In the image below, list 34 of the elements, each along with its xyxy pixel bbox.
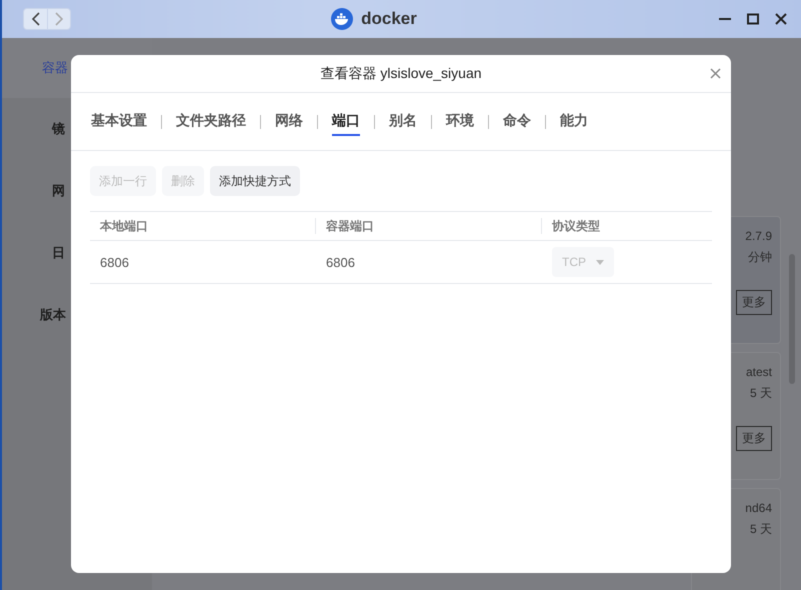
column-header: 协议类型 — [542, 212, 712, 240]
whale-icon — [331, 8, 354, 30]
card-text: nd64 — [745, 501, 772, 515]
card-text: 2.7.9 — [745, 229, 772, 243]
column-header: 本地端口 — [90, 212, 316, 240]
sidebar-item[interactable]: 容器 — [42, 59, 68, 77]
tab[interactable]: 别名 — [389, 108, 417, 136]
table-cell: 6806 — [316, 240, 542, 284]
tab[interactable]: 网络 — [275, 108, 303, 136]
tab[interactable]: 能力 — [560, 108, 588, 136]
maximize-icon — [747, 13, 759, 25]
more-button[interactable]: 更多 — [736, 290, 772, 315]
tab[interactable]: 端口 — [332, 108, 360, 136]
card-text: 5 天 — [750, 385, 772, 402]
column-header: 容器端口 — [316, 212, 542, 240]
card-text: 5 天 — [750, 521, 772, 538]
caret-icon — [596, 260, 604, 264]
tab[interactable]: 命令 — [503, 108, 531, 136]
back-icon — [32, 12, 40, 26]
maximize-button[interactable] — [745, 11, 761, 27]
table-cell: 6806 — [90, 240, 316, 284]
tab[interactable]: 基本设置 — [91, 108, 147, 136]
forward-icon — [55, 12, 63, 26]
card-text: 分钟 — [748, 249, 772, 266]
tab[interactable]: 文件夹路径 — [176, 108, 246, 136]
action-button[interactable]: 添加快捷方式 — [210, 166, 300, 196]
close-icon — [710, 68, 721, 79]
card-text: atest — [746, 365, 772, 379]
more-button[interactable]: 更多 — [736, 426, 772, 451]
window-title: docker — [361, 9, 417, 29]
tab[interactable]: 环境 — [446, 108, 474, 136]
close-icon — [775, 13, 787, 25]
close-button[interactable] — [773, 11, 789, 27]
dialog-title: 查看容器 ylsislove_siyuan — [320, 64, 482, 82]
